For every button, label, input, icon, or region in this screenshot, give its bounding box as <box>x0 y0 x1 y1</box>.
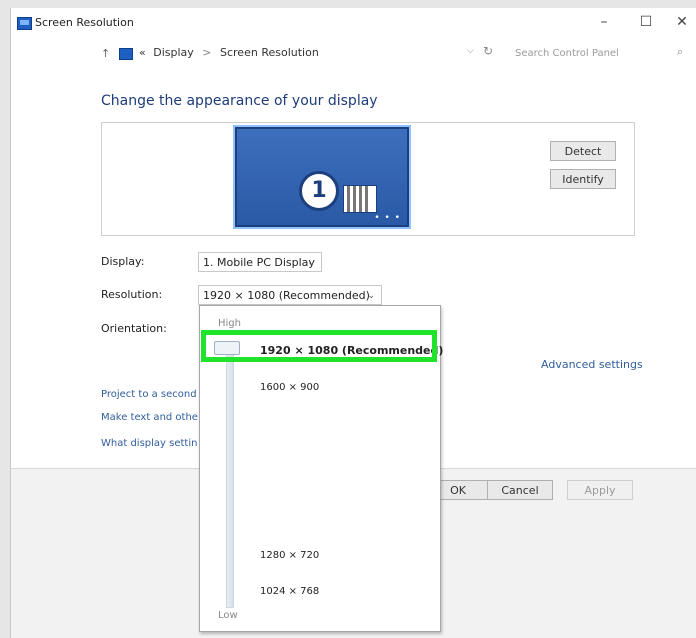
high-label: High <box>218 318 241 329</box>
chevron-down-icon: ⌄ <box>307 258 315 268</box>
page-title: Change the appearance of your display <box>101 93 378 109</box>
monitor-panel: 1 • • • Detect Identify <box>101 122 635 236</box>
refresh-icon[interactable]: ↻ <box>483 44 493 58</box>
resolution-slider-thumb[interactable] <box>214 341 240 355</box>
advanced-settings-link[interactable]: Advanced settings <box>541 358 643 371</box>
cancel-button[interactable]: Cancel <box>487 480 553 500</box>
display-settings-help-link[interactable]: What display settin <box>101 438 197 449</box>
address-bar: ↑ « Display > Screen Resolution ⌵ ↻ ⌕ <box>11 40 696 66</box>
title-bar: Screen Resolution – ☐ ✕ <box>11 8 696 38</box>
orientation-label: Orientation: <box>101 322 167 335</box>
breadcrumb: « Display > Screen Resolution <box>139 46 319 59</box>
breadcrumb-screen-resolution[interactable]: Screen Resolution <box>220 46 319 59</box>
resolution-select-value: 1920 × 1080 (Recommended) <box>203 289 370 302</box>
resolution-slider-track[interactable] <box>226 344 234 608</box>
close-button[interactable]: ✕ <box>667 10 696 34</box>
make-text-larger-link[interactable]: Make text and othe <box>101 412 198 423</box>
resolution-dropdown: High 1920 × 1080 (Recommended) 1600 × 90… <box>199 305 443 632</box>
monitor-1-tile[interactable]: 1 • • • <box>235 127 409 227</box>
identify-button[interactable]: Identify <box>550 169 616 189</box>
resolution-option-1280x720[interactable]: 1280 × 720 <box>260 550 319 561</box>
chevron-down-icon: ⌄ <box>367 291 375 301</box>
breadcrumb-separator: > <box>202 46 212 59</box>
minimize-button[interactable]: – <box>589 10 619 34</box>
low-label: Low <box>218 610 238 621</box>
window-title: Screen Resolution <box>35 16 134 29</box>
search-icon[interactable]: ⌕ <box>677 45 683 59</box>
resolution-option-1024x768[interactable]: 1024 × 768 <box>260 586 319 597</box>
monitor-dots: • • • <box>374 213 401 223</box>
breadcrumb-display[interactable]: Display <box>153 46 194 59</box>
resolution-label: Resolution: <box>101 288 163 301</box>
display-icon <box>119 48 133 60</box>
resolution-option-1600x900[interactable]: 1600 × 900 <box>260 382 319 393</box>
screen-resolution-window: Screen Resolution – ☐ ✕ ↑ « Display > Sc… <box>10 8 696 638</box>
control-panel-icon <box>17 17 32 30</box>
search-input[interactable] <box>505 44 685 62</box>
resolution-select[interactable]: 1920 × 1080 (Recommended) ⌄ <box>198 285 382 305</box>
detect-button[interactable]: Detect <box>550 141 616 161</box>
maximize-button[interactable]: ☐ <box>631 10 661 34</box>
project-second-screen-link[interactable]: Project to a second <box>101 389 197 400</box>
keyboard-icon <box>343 185 377 213</box>
resolution-option-1920x1080[interactable]: 1920 × 1080 (Recommended) <box>260 344 443 357</box>
breadcrumb-overflow[interactable]: « <box>139 46 146 59</box>
display-select-value: 1. Mobile PC Display <box>203 256 315 269</box>
up-arrow-icon[interactable]: ↑ <box>101 47 110 60</box>
monitor-number: 1 <box>299 171 339 211</box>
display-select[interactable]: 1. Mobile PC Display ⌄ <box>198 252 322 272</box>
search-box: ⌕ <box>505 44 691 62</box>
apply-button: Apply <box>567 480 633 500</box>
display-label: Display: <box>101 255 145 268</box>
address-dropdown-icon[interactable]: ⌵ <box>467 46 474 56</box>
